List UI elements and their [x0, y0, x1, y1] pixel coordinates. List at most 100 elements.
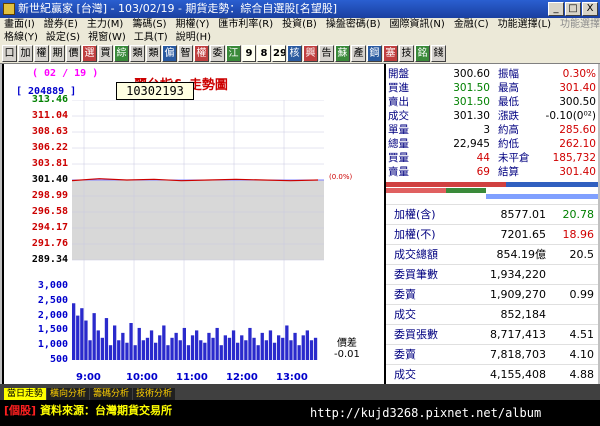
summary-value: 1,934,220 — [490, 268, 546, 281]
menu-function-select[interactable]: 功能選擇(L) — [498, 18, 551, 32]
toolbar-button-7[interactable]: 綜 — [114, 45, 129, 62]
summary-extra: 4.51 — [569, 328, 595, 341]
intraday-chart[interactable] — [72, 100, 324, 360]
summary-extra: 18.96 — [562, 228, 595, 241]
quote-value: -0.10(0⁰²) — [545, 110, 596, 122]
volume-bar — [231, 330, 236, 360]
summary-label: 成交 — [394, 308, 416, 321]
tab-chips[interactable]: 籌碼分析 — [90, 388, 133, 400]
toolbar-button-11[interactable]: 智 — [178, 45, 193, 62]
window-title: 新世紀贏家 [台灣] - 103/02/19 - 期貨走勢：綜合自選股[名望股] — [18, 2, 337, 15]
y-price-label: 301.40 — [31, 174, 68, 185]
toolbar-button-21[interactable]: 蘇 — [335, 45, 350, 62]
menu-settings[interactable]: 設定(S) — [46, 32, 80, 44]
menu-screen[interactable]: 畫面(I) — [4, 18, 35, 32]
quote-label: 約低 — [498, 138, 519, 150]
menu-chips[interactable]: 籌碼(S) — [132, 18, 166, 32]
toolbar-button-2[interactable]: 權 — [34, 45, 49, 62]
toolbar-button-27[interactable]: 錢 — [431, 45, 446, 62]
toolbar-button-19[interactable]: 興 — [303, 45, 318, 62]
toolbar-button-23[interactable]: 鋼 — [367, 45, 382, 62]
menu-finance[interactable]: 金融(C) — [454, 18, 489, 32]
toolbar-button-8[interactable]: 類 — [130, 45, 145, 62]
toolbar-button-6[interactable]: 買 — [98, 45, 113, 62]
toolbar-button-26[interactable]: 銘 — [415, 45, 430, 62]
menu-fx-rates[interactable]: 匯市利率(R) — [218, 18, 273, 32]
toolbar-button-10[interactable]: 偏 — [162, 45, 177, 62]
summary-extra: 4.88 — [569, 368, 595, 381]
volume-bar — [268, 330, 273, 360]
toolbar-button-12[interactable]: 權 — [194, 45, 209, 62]
volume-bar — [170, 337, 174, 360]
tab-intraday[interactable]: 當日走勢 — [4, 388, 47, 400]
menu-tools[interactable]: 工具(T) — [134, 32, 168, 44]
volume-bar — [309, 340, 314, 360]
close-button[interactable]: X — [582, 2, 598, 16]
summary-value: 8577.01 — [500, 208, 547, 221]
menu-futures-options[interactable]: 期權(Y) — [175, 18, 209, 32]
y-price-label: 303.81 — [31, 158, 68, 169]
y-volume-label: 500 — [49, 354, 68, 365]
menu-window[interactable]: 視窗(W) — [88, 32, 126, 44]
volume-bar — [199, 340, 203, 360]
summary-value: 4,155,408 — [490, 368, 546, 381]
toolbar-button-13[interactable]: 委 — [210, 45, 225, 62]
summary-row: 委賣 1,909,270 0.99 — [386, 284, 598, 303]
quote-label: 買進 — [388, 82, 409, 94]
volume-bar — [121, 332, 125, 360]
toolbar-button-15[interactable]: 9 — [242, 45, 256, 62]
toolbar-button-9[interactable]: 類 — [146, 45, 161, 62]
below-reference-fill — [72, 180, 324, 260]
volume-bar — [133, 345, 137, 360]
quote-value: 185,732 — [552, 152, 596, 164]
summary-row: 委買張數 8,717,413 4.51 — [386, 324, 598, 343]
summary-label: 加權(含) — [394, 208, 436, 221]
toolbar-button-1[interactable]: 加 — [18, 45, 33, 62]
toolbar-button-0[interactable]: 口 — [2, 45, 17, 62]
menu-trading-code[interactable]: 操盤密碼(B) — [326, 18, 381, 32]
toolbar-button-25[interactable]: 技 — [399, 45, 414, 62]
toolbar-button-18[interactable]: 核 — [287, 45, 302, 62]
menu-grid[interactable]: 格線(Y) — [4, 32, 38, 44]
quote-value: 3 — [483, 124, 490, 136]
summary-label: 成交總額 — [394, 248, 438, 261]
volume-bar — [104, 318, 109, 360]
menu-function-select-p[interactable]: 功能選擇(P) — [560, 18, 600, 32]
maximize-button[interactable]: □ — [565, 2, 581, 16]
status-bracket: [個股] — [4, 404, 37, 417]
toolbar-button-4[interactable]: 價 — [66, 45, 81, 62]
toolbar-button-22[interactable]: 產 — [351, 45, 366, 62]
volume-bar — [125, 342, 129, 360]
summary-value: 852,184 — [500, 308, 547, 321]
ratio-bar — [506, 182, 598, 187]
volume-bar — [244, 340, 248, 360]
toolbar-button-14[interactable]: 江 — [226, 45, 241, 62]
menu-intl-info[interactable]: 國際資訊(N) — [390, 18, 445, 32]
toolbar-button-20[interactable]: 告 — [319, 45, 334, 62]
summary-extra: 4.10 — [569, 348, 595, 361]
y-volume-label: 2,000 — [37, 309, 68, 321]
tab-bar: 當日走勢 橫向分析 籌碼分析 技術分析 — [0, 384, 600, 400]
volume-bar — [260, 332, 264, 360]
toolbar-button-24[interactable]: 塞 — [383, 45, 398, 62]
tab-technical[interactable]: 技術分析 — [133, 388, 176, 400]
menu-securities[interactable]: 證券(E) — [44, 18, 78, 32]
quote-row: 單量 3 約高 285.60 — [386, 124, 598, 137]
volume-bar — [195, 330, 199, 360]
menu-main-force[interactable]: 主力(M) — [87, 18, 123, 32]
menu-invest[interactable]: 投資(B) — [282, 18, 317, 32]
quote-value: 301.50 — [453, 82, 490, 94]
tab-horizontal[interactable]: 橫向分析 — [47, 388, 90, 400]
toolbar-button-3[interactable]: 期 — [50, 45, 65, 62]
menu-bar: 畫面(I) 證券(E) 主力(M) 籌碼(S) 期權(Y) 匯市利率(R) 投資… — [0, 18, 600, 32]
toolbar-button-16[interactable]: 8 — [257, 45, 271, 62]
quote-label: 約高 — [498, 124, 519, 136]
toolbar-button-17[interactable]: 29 — [272, 45, 286, 62]
volume-bar — [92, 313, 96, 360]
toolbar-button-5[interactable]: 選 — [82, 45, 97, 62]
toolbar: 口加權期價選買綜類類偏智權委江 9 8 29 核興告蘇產鋼塞技銘錢 — [0, 44, 600, 64]
volume-bar — [301, 335, 305, 360]
menu-help[interactable]: 說明(H) — [176, 32, 211, 44]
volume-bar — [293, 332, 297, 360]
minimize-button[interactable]: _ — [548, 2, 564, 16]
